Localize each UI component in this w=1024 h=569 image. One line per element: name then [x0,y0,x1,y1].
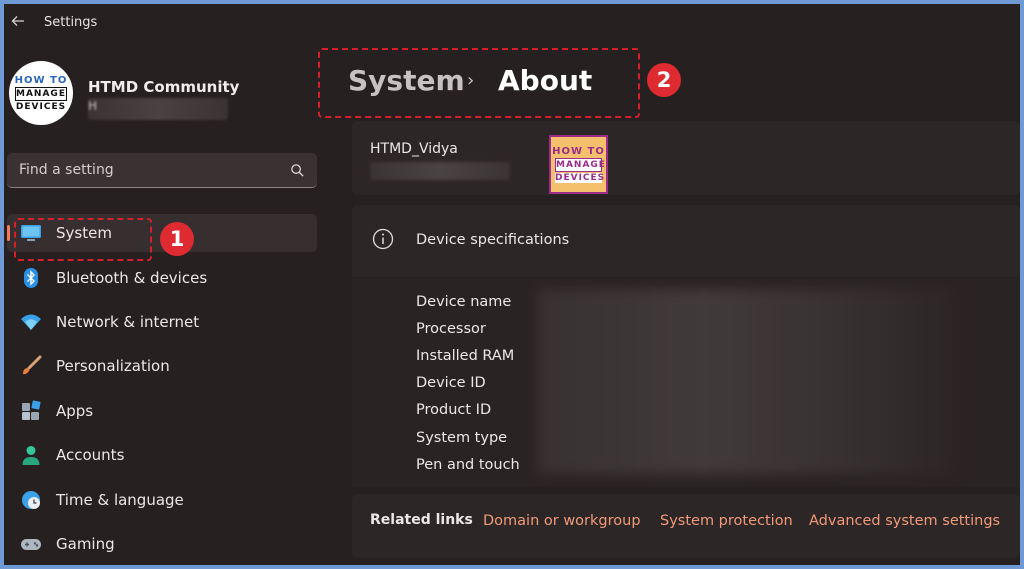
brush-icon [23,355,42,375]
htmd-logo: HOW TO MANAGE DEVICES [11,75,71,112]
sidebar-item-label: Accounts [56,446,125,464]
logo-line-1: HOW TO [552,146,605,157]
logo-line-1: HOW TO [14,74,68,86]
spec-values-redacted [538,289,953,474]
person-icon [22,446,40,465]
profile-email-initial: H [88,99,98,113]
spec-label-product-id: Product ID [416,402,492,418]
sidebar-item-accounts[interactable]: Accounts [7,436,317,474]
wifi-icon [21,314,41,330]
apps-icon [22,400,41,420]
profile-email-redacted: H [88,98,228,120]
info-icon [372,228,394,250]
back-arrow-icon[interactable] [10,13,26,29]
device-card [352,121,1020,195]
sidebar-item-label: Gaming [56,535,115,553]
device-name: HTMD_Vidya [370,141,458,157]
sidebar-item-label: Time & language [56,491,184,509]
page-title: About [498,64,593,97]
clock-globe-icon [22,491,40,509]
device-model-redacted [370,162,510,180]
sidebar-item-personalization[interactable]: Personalization [7,347,317,385]
logo-line-2: MANAGE [555,158,606,172]
sidebar-item-label: Network & internet [56,313,200,331]
spec-label-processor: Processor [416,321,486,337]
htmd-logo: HOW TO MANAGE DEVICES [551,146,606,183]
gamepad-icon [21,539,41,550]
link-domain-workgroup[interactable]: Domain or workgroup [483,513,641,529]
search-box[interactable] [7,153,317,188]
related-links-title: Related links [370,512,473,528]
avatar[interactable]: HOW TO MANAGE DEVICES [9,61,73,125]
spec-label-installed-ram: Installed RAM [416,348,515,364]
active-indicator [7,225,10,241]
logo-line-2: MANAGE [15,86,67,101]
annotation-badge-2: 2 [647,63,681,97]
sidebar-item-label: Personalization [56,357,170,375]
sidebar-item-label: Apps [56,402,94,420]
spec-label-device-name: Device name [416,294,512,310]
device-image: HOW TO MANAGE DEVICES [549,135,608,194]
sidebar-item-gaming[interactable]: Gaming [7,525,317,563]
device-specifications-title: Device specifications [416,232,570,248]
link-system-protection[interactable]: System protection [660,513,793,529]
sidebar-item-apps[interactable]: Apps [7,392,317,430]
annotation-highlight-system [14,218,152,261]
window-title: Settings [44,15,98,30]
search-input[interactable] [19,160,279,180]
title-bar: Settings [4,4,1020,40]
breadcrumb-chevron-icon: › [467,70,475,91]
annotation-badge-1: 1 [160,222,194,256]
settings-window: Settings HOW TO MANAGE DEVICES HTMD Comm… [4,4,1020,565]
spec-label-system-type: System type [416,430,508,446]
spec-label-pen-touch: Pen and touch [416,457,520,473]
bluetooth-icon [24,268,38,288]
sidebar-item-label: Bluetooth & devices [56,269,208,287]
sidebar-item-bluetooth[interactable]: Bluetooth & devices [7,259,317,297]
logo-line-3: DEVICES [555,173,606,183]
logo-line-3: DEVICES [15,101,67,112]
sidebar-item-network[interactable]: Network & internet [7,303,317,341]
link-advanced-system-settings[interactable]: Advanced system settings [809,513,1000,529]
spec-label-device-id: Device ID [416,375,486,391]
sidebar-item-time-language[interactable]: Time & language [7,481,317,519]
search-icon[interactable] [290,163,305,178]
breadcrumb-parent[interactable]: System [348,64,465,97]
profile-name: HTMD Community [88,78,240,96]
